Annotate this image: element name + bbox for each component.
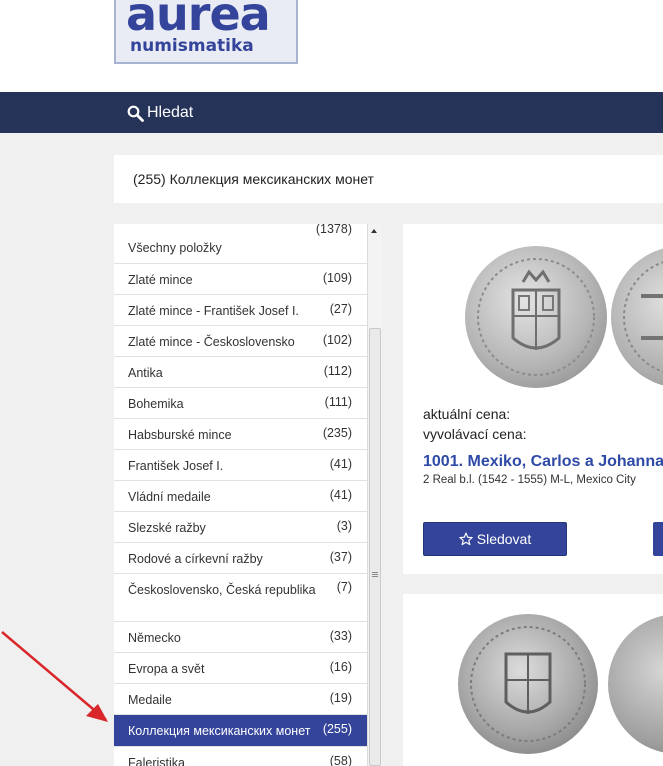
starting-price-label: vyvolávací cena:	[423, 426, 527, 442]
category-item-all[interactable]: Všechny položky (1378)	[114, 224, 367, 264]
category-count: (19)	[329, 691, 352, 705]
search-label: Hledat	[147, 104, 194, 121]
category-item-antika[interactable]: Antika (112)	[114, 357, 367, 388]
category-label: Slezské ražby	[128, 521, 206, 535]
category-item-silesian[interactable]: Slezské ražby (3)	[114, 512, 367, 543]
category-item-medals[interactable]: Medaile (19)	[114, 684, 367, 715]
category-count: (102)	[322, 333, 352, 347]
category-item-gold-coins[interactable]: Zlaté mince (109)	[114, 264, 367, 295]
category-item-faleristika[interactable]: Faleristika (58)	[114, 747, 367, 766]
category-count: (41)	[329, 457, 352, 471]
category-item-europe-world[interactable]: Evropa a svět (16)	[114, 653, 367, 684]
coin-obverse-image[interactable]	[458, 614, 598, 754]
category-label: František Josef I.	[128, 459, 224, 473]
category-label: Vládní medaile	[128, 490, 211, 504]
category-count: (37)	[329, 550, 352, 564]
lot-card	[403, 594, 663, 766]
category-label: Bohemika	[128, 397, 184, 411]
site-logo[interactable]: aurea numismatika	[114, 0, 298, 64]
arrow-up-icon[interactable]	[371, 229, 377, 233]
category-item-mexican-collection[interactable]: Коллекция мексиканских монет (255)	[114, 715, 367, 747]
category-label: Československo, Česká republika	[128, 583, 316, 597]
coin-reverse-image[interactable]	[611, 246, 663, 388]
category-count: (33)	[329, 629, 352, 643]
category-count: (16)	[329, 660, 352, 674]
category-list: Všechny položky (1378) Zlaté mince (109)…	[114, 224, 367, 766]
star-outline-icon	[459, 532, 473, 546]
lot-title-link[interactable]: 1001. Mexiko, Carlos a Johanna	[423, 453, 663, 471]
watch-button-label: Sledovat	[476, 531, 532, 547]
category-count: (111)	[324, 395, 352, 409]
coin-obverse-image[interactable]	[465, 246, 607, 388]
sidebar-scrollbar[interactable]	[367, 224, 382, 766]
page-title: (255) Коллекция мексиканских монет	[133, 171, 374, 187]
search-link[interactable]: Hledat	[127, 103, 193, 123]
category-count: (41)	[329, 488, 352, 502]
category-label: Коллекция мексиканских монет	[128, 724, 311, 738]
watch-button[interactable]: Sledovat	[423, 522, 567, 556]
category-item-gold-fj[interactable]: Zlaté mince - František Josef I. (27)	[114, 295, 367, 326]
category-item-czechoslovakia[interactable]: Československo, Česká republika (7)	[114, 574, 367, 622]
category-label: Habsburské mince	[128, 428, 232, 442]
category-item-fj[interactable]: František Josef I. (41)	[114, 450, 367, 481]
category-label: Zlaté mince - František Josef I.	[128, 304, 299, 318]
category-label: Medaile	[128, 693, 172, 707]
coin-reverse-image[interactable]	[608, 614, 663, 754]
grip-line	[372, 576, 378, 577]
category-count: (27)	[329, 302, 352, 316]
category-label: Rodové a církevní ražby	[128, 552, 263, 566]
annotation-arrow-icon	[1, 631, 108, 722]
category-item-govt-medals[interactable]: Vládní medaile (41)	[114, 481, 367, 512]
scrollbar-thumb[interactable]	[369, 328, 381, 766]
category-count: (235)	[322, 426, 352, 440]
category-count: (255)	[322, 722, 352, 736]
site-header: aurea numismatika	[0, 0, 663, 92]
category-item-family-church[interactable]: Rodové a církevní ražby (37)	[114, 543, 367, 574]
category-label: Faleristika	[128, 756, 185, 766]
grip-line	[372, 572, 378, 573]
search-icon	[127, 105, 144, 122]
grip-line	[372, 574, 378, 575]
category-header: (255) Коллекция мексиканских монет	[114, 155, 663, 203]
current-price-label: aktuální cena:	[423, 406, 511, 422]
category-count: (109)	[322, 271, 352, 285]
category-count: (3)	[336, 519, 352, 533]
category-label: Zlaté mince	[128, 273, 193, 287]
category-count: (7)	[336, 580, 352, 594]
category-count: (1378)	[315, 224, 352, 236]
main-navbar: Hledat	[0, 92, 663, 133]
category-item-germany[interactable]: Německo (33)	[114, 622, 367, 653]
logo-subtitle: numismatika	[130, 36, 254, 56]
bid-button[interactable]	[653, 522, 663, 556]
category-item-bohemika[interactable]: Bohemika (111)	[114, 388, 367, 419]
lot-description: 2 Real b.l. (1542 - 1555) M-L, Mexico Ci…	[423, 474, 636, 486]
category-count: (112)	[323, 364, 352, 378]
category-label: Antika	[128, 366, 163, 380]
category-label: Evropa a svět	[128, 662, 205, 676]
category-count: (58)	[329, 754, 352, 766]
category-label: Německo	[128, 631, 181, 645]
lot-card: aktuální cena: vyvolávací cena: 1001. Me…	[403, 224, 663, 574]
category-item-habsburg[interactable]: Habsburské mince (235)	[114, 419, 367, 450]
category-label: Zlaté mince - Československo	[128, 335, 295, 349]
category-item-gold-cs[interactable]: Zlaté mince - Československo (102)	[114, 326, 367, 357]
